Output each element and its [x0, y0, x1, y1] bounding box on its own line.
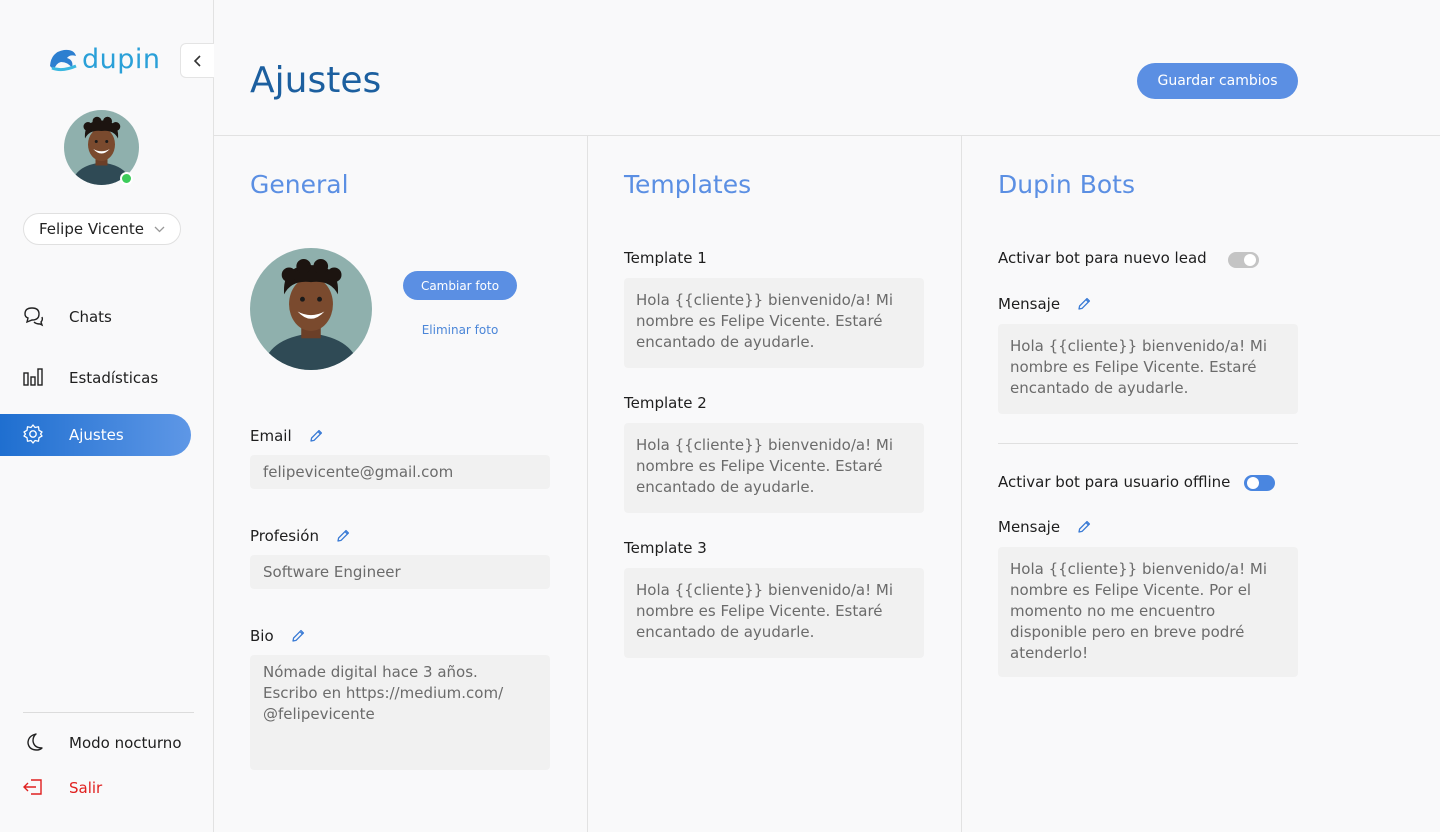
sidebar-item-label: Chats [69, 308, 112, 326]
chevron-down-icon [154, 226, 165, 232]
user-selector[interactable]: Felipe Vicente [23, 213, 181, 245]
template-textarea[interactable]: Hola {{cliente}} bienvenido/a! Mi nombre… [624, 423, 924, 513]
dolphin-logo-icon [50, 49, 77, 71]
offline-bot-label: Activar bot para usuario offline [998, 473, 1231, 491]
templates-section: Templates Template 1 Hola {{cliente}} bi… [588, 136, 962, 832]
template-textarea[interactable]: Hola {{cliente}} bienvenido/a! Mi nombre… [624, 568, 924, 658]
collapse-sidebar-button[interactable] [180, 43, 214, 78]
logout-icon [23, 779, 42, 795]
message-label-text: Mensaje [998, 518, 1061, 536]
bio-field[interactable]: Nómade digital hace 3 años. Escribo en h… [250, 655, 550, 770]
new-lead-message-textarea[interactable]: Hola {{cliente}} bienvenido/a! Mi nombre… [998, 324, 1298, 414]
email-label-text: Email [250, 427, 292, 445]
chat-icon [24, 307, 44, 327]
night-mode-toggle[interactable]: Modo nocturno [0, 722, 191, 764]
online-status-dot [120, 172, 133, 185]
user-name: Felipe Vicente [38, 220, 145, 238]
section-title-bots: Dupin Bots [998, 170, 1135, 199]
bots-section: Dupin Bots Activar bot para nuevo lead M… [962, 136, 1440, 832]
edit-pencil-icon[interactable] [335, 528, 351, 544]
new-lead-bot-label: Activar bot para nuevo lead [998, 249, 1207, 267]
bio-label-text: Bio [250, 627, 274, 645]
bio-label: Bio [250, 627, 306, 645]
save-changes-button[interactable]: Guardar cambios [1137, 63, 1298, 99]
sidebar-item-ajustes[interactable]: Ajustes [0, 414, 191, 456]
profession-label: Profesión [250, 527, 351, 545]
edit-pencil-icon[interactable] [1076, 296, 1092, 312]
email-field[interactable]: felipevicente@gmail.com [250, 455, 550, 489]
logo-text: dupin [82, 44, 161, 75]
sidebar-divider [23, 712, 194, 713]
section-title-general: General [250, 170, 349, 199]
template-label: Template 3 [624, 539, 707, 557]
logout-label: Salir [69, 779, 103, 797]
chevron-left-icon [193, 54, 201, 67]
section-title-templates: Templates [624, 170, 752, 199]
template-textarea[interactable]: Hola {{cliente}} bienvenido/a! Mi nombre… [624, 278, 924, 368]
change-photo-button[interactable]: Cambiar foto [403, 271, 517, 300]
logout-button[interactable]: Salir [0, 767, 191, 809]
sidebar-item-label: Ajustes [69, 426, 124, 444]
email-label: Email [250, 427, 324, 445]
template-label: Template 1 [624, 249, 707, 267]
moon-icon [27, 733, 43, 751]
edit-pencil-icon[interactable] [1076, 519, 1092, 535]
offline-message-textarea[interactable]: Hola {{cliente}} bienvenido/a! Mi nombre… [998, 547, 1298, 677]
profile-photo [250, 248, 372, 370]
message-label-text: Mensaje [998, 295, 1061, 313]
message-label: Mensaje [998, 518, 1092, 536]
gear-icon [23, 424, 43, 444]
section-divider [998, 443, 1298, 444]
remove-photo-link[interactable]: Eliminar foto [403, 323, 517, 337]
sidebar-item-estadisticas[interactable]: Estadísticas [0, 357, 191, 399]
page-header: Ajustes Guardar cambios [214, 0, 1440, 136]
offline-bot-toggle[interactable] [1244, 475, 1275, 491]
edit-pencil-icon[interactable] [290, 628, 306, 644]
general-section: General Cambiar foto Eliminar foto Email… [214, 136, 588, 832]
sidebar-item-chats[interactable]: Chats [0, 296, 191, 338]
new-lead-bot-toggle[interactable] [1228, 252, 1259, 268]
app-logo[interactable]: dupin [48, 44, 161, 75]
profession-label-text: Profesión [250, 527, 319, 545]
template-label: Template 2 [624, 394, 707, 412]
edit-pencil-icon[interactable] [308, 428, 324, 444]
profession-field[interactable]: Software Engineer [250, 555, 550, 589]
sidebar: dupin Felipe Vicente Chats Estadísticas … [0, 0, 214, 832]
message-label: Mensaje [998, 295, 1092, 313]
stats-icon [23, 368, 43, 386]
night-mode-label: Modo nocturno [69, 734, 182, 752]
sidebar-item-label: Estadísticas [69, 369, 159, 387]
page-title: Ajustes [250, 60, 382, 101]
